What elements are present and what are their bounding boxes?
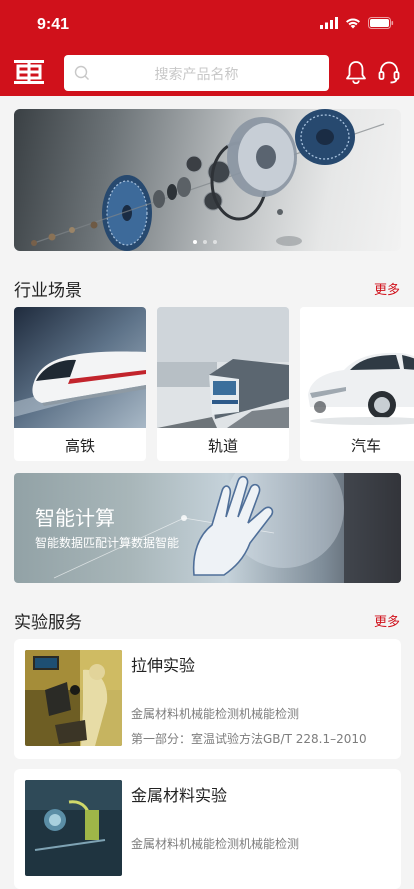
tensile-test-image [25,650,122,746]
service-description: 金属材料机械能检测机械能检测 [131,837,300,851]
gear-disc-right [295,109,355,165]
banner-carousel[interactable] [14,109,401,251]
scene-card-rail[interactable]: 轨道 [157,307,289,461]
service-card-metal-material-test[interactable]: 金属材料实验 金属材料机械能检测机械能检测 [14,769,401,889]
industry-section-title: 行业场景 [14,281,82,301]
industry-more-link[interactable]: 更多 [374,279,400,298]
banner-image [31,109,385,251]
scene-card-automobile[interactable]: 汽车 [300,307,414,461]
services-more-link[interactable]: 更多 [374,611,400,630]
service-standard: 第一部分：室温试验方法GB/T 228.1–2010 [131,732,367,746]
white-car-image [300,307,414,428]
status-icons [320,17,394,29]
smart-compute-banner[interactable]: 智能计算 智能数据匹配计算数据智能 [14,473,401,583]
service-description: 金属材料机械能检测机械能检测 [131,707,300,721]
promo-title: 智能计算 [35,506,115,530]
search-input[interactable]: 搜索产品名称 [64,55,329,91]
carousel-dot[interactable] [203,240,207,244]
scene-card-high-speed-rail[interactable]: 高铁 [14,307,146,461]
carousel-dot[interactable] [213,240,217,244]
housing-drum [226,117,297,197]
cellular-signal-icon [320,17,338,29]
service-card-tensile-test[interactable]: 拉伸实验 金属材料机械能检测机械能检测 第一部分：室温试验方法GB/T 228.… [14,639,401,759]
bell-icon[interactable] [345,60,367,84]
services-section-title: 实验服务 [14,613,82,633]
wifi-icon [346,18,360,29]
battery-icon [368,17,394,29]
metal-material-test-image [25,780,122,876]
high-speed-train-image [14,307,146,428]
status-bar: 9:41 [0,0,414,50]
app-header: 9:41 搜索产品名称 [0,0,414,96]
service-title: 金属材料实验 [131,786,228,805]
search-placeholder: 搜索产品名称 [154,67,239,83]
carousel-dot[interactable] [193,240,197,244]
scene-label: 轨道 [207,437,238,455]
carousel-dots [193,240,217,244]
scene-label: 高铁 [64,437,95,455]
metro-train-image [157,307,289,428]
scene-label: 汽车 [350,437,381,455]
headset-icon[interactable] [377,60,401,84]
promo-subtitle: 智能数据匹配计算数据智能 [35,536,180,550]
crrc-logo[interactable] [14,57,44,87]
service-title: 拉伸实验 [131,656,196,675]
gear-disc-left [102,175,152,251]
status-time: 9:41 [37,16,70,33]
